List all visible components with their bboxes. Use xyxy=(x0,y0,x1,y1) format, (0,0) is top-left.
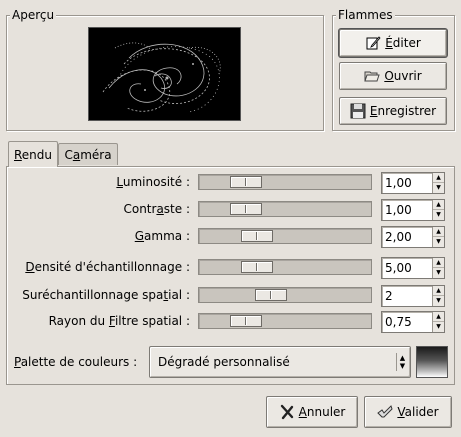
param-label: Luminosité : xyxy=(116,175,190,189)
spin-arrows[interactable]: ▲ ▼ xyxy=(432,227,444,247)
param-spinbutton[interactable]: 5,00 ▲ ▼ xyxy=(381,257,445,279)
preview-title: Aperçu xyxy=(10,8,57,22)
spin-down-icon[interactable]: ▼ xyxy=(433,322,444,332)
param-slider[interactable] xyxy=(198,287,372,303)
param-spinbutton[interactable]: 1,00 ▲ ▼ xyxy=(381,172,445,194)
param-label: Rayon du Filtre spatial : xyxy=(48,314,190,328)
spin-arrows[interactable]: ▲ ▼ xyxy=(432,173,444,193)
edit-icon xyxy=(365,35,381,51)
floppy-disk-icon xyxy=(350,103,366,119)
cancel-icon xyxy=(279,404,295,420)
slider-thumb[interactable] xyxy=(241,230,273,242)
param-slider[interactable] xyxy=(198,313,372,329)
palette-select[interactable]: Dégradé personnalisé ▲ ▼ xyxy=(149,346,411,378)
param-value[interactable]: 0,75 xyxy=(385,315,412,329)
param-slider[interactable] xyxy=(198,259,372,275)
slider-thumb[interactable] xyxy=(230,176,262,188)
param-spinbutton[interactable]: 2,00 ▲ ▼ xyxy=(381,226,445,248)
ok-button-label: Valider xyxy=(397,405,439,419)
spin-up-icon[interactable]: ▲ xyxy=(433,173,444,183)
param-label: Densité d'échantillonnage : xyxy=(25,260,190,274)
spin-down-icon[interactable]: ▼ xyxy=(433,268,444,278)
tab-render[interactable]: Rendu xyxy=(8,141,58,167)
open-button-label: Ouvrir xyxy=(384,69,422,83)
preview-image xyxy=(88,27,241,121)
open-button[interactable]: Ouvrir xyxy=(339,62,447,90)
save-button-label: Enregistrer xyxy=(369,104,437,118)
slider-thumb[interactable] xyxy=(241,261,273,273)
palette-gradient-preview xyxy=(416,346,448,378)
cancel-button[interactable]: Annuler xyxy=(266,396,358,428)
spin-down-icon[interactable]: ▼ xyxy=(433,183,444,193)
spin-arrows[interactable]: ▲ ▼ xyxy=(432,312,444,332)
tab-camera-label: Caméra xyxy=(64,147,112,162)
param-label: Contraste : xyxy=(123,202,190,216)
tab-render-label: Rendu xyxy=(13,147,53,162)
param-spinbutton[interactable]: 1,00 ▲ ▼ xyxy=(381,199,445,221)
edit-button[interactable]: Éditer xyxy=(339,29,447,57)
param-value[interactable]: 2,00 xyxy=(385,230,412,244)
spin-down-icon[interactable]: ▼ xyxy=(433,210,444,220)
spin-arrows[interactable]: ▲ ▼ xyxy=(432,258,444,278)
cancel-button-label: Annuler xyxy=(298,405,346,419)
param-label: Gamma : xyxy=(134,229,190,243)
spin-arrows[interactable]: ▲ ▼ xyxy=(432,200,444,220)
palette-select-value: Dégradé personnalisé xyxy=(158,355,290,369)
spin-down-icon[interactable]: ▼ xyxy=(433,296,444,306)
spin-up-icon[interactable]: ▲ xyxy=(433,200,444,210)
spin-up-icon[interactable]: ▲ xyxy=(433,258,444,268)
param-slider[interactable] xyxy=(198,228,372,244)
spin-down-icon[interactable]: ▼ xyxy=(433,237,444,247)
param-slider[interactable] xyxy=(198,174,372,190)
ok-icon xyxy=(377,404,393,420)
spin-arrows[interactable]: ▲ ▼ xyxy=(432,286,444,306)
slider-thumb[interactable] xyxy=(230,315,262,327)
palette-select-arrows-icon: ▲ ▼ xyxy=(396,353,406,371)
ok-button[interactable]: Valider xyxy=(364,396,452,428)
flames-title: Flammes xyxy=(336,8,395,22)
edit-button-label: Éditer xyxy=(385,36,421,50)
slider-thumb[interactable] xyxy=(230,203,262,215)
param-value[interactable]: 1,00 xyxy=(385,203,412,217)
param-value[interactable]: 2 xyxy=(385,289,393,303)
slider-thumb[interactable] xyxy=(255,289,287,301)
flame-preview-graphic xyxy=(102,42,221,113)
spin-up-icon[interactable]: ▲ xyxy=(433,312,444,322)
save-button[interactable]: Enregistrer xyxy=(339,97,447,125)
param-spinbutton[interactable]: 2 ▲ ▼ xyxy=(381,285,445,307)
tab-join xyxy=(9,165,57,167)
tab-camera[interactable]: Caméra xyxy=(58,143,118,165)
param-spinbutton[interactable]: 0,75 ▲ ▼ xyxy=(381,311,445,333)
folder-open-icon xyxy=(364,68,381,84)
spin-up-icon[interactable]: ▲ xyxy=(433,286,444,296)
param-value[interactable]: 1,00 xyxy=(385,176,412,190)
param-slider[interactable] xyxy=(198,201,372,217)
spin-up-icon[interactable]: ▲ xyxy=(433,227,444,237)
param-label: Suréchantillonnage spatial : xyxy=(22,288,190,302)
param-value[interactable]: 5,00 xyxy=(385,261,412,275)
palette-label: Palette de couleurs : xyxy=(14,355,138,369)
